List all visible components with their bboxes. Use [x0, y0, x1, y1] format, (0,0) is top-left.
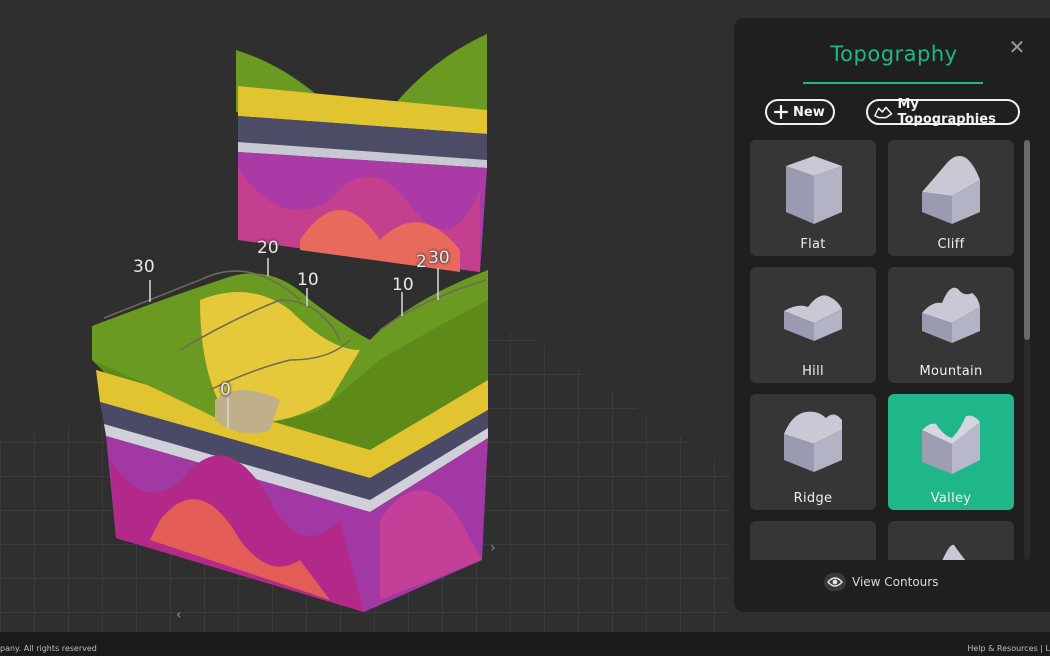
contour-label-30: 30: [133, 257, 155, 277]
card-label-cliff: Cliff: [937, 237, 965, 252]
card-label-flat: Flat: [800, 237, 826, 252]
contour-label-2: 2: [416, 252, 427, 272]
flat-terrain-icon: [786, 156, 842, 224]
chevron-right-icon[interactable]: ›: [490, 540, 496, 556]
topography-card-hill[interactable]: Hill: [750, 267, 876, 383]
cliff-terrain-icon: [922, 156, 980, 224]
plus-icon: [773, 104, 789, 120]
my-topographies-label: My Topographies: [897, 97, 996, 127]
help-resources-link[interactable]: Help & Resources | L: [967, 644, 1050, 653]
contour-label-10: 10: [297, 270, 319, 290]
view-contours-label: View Contours: [852, 575, 939, 589]
contour-label-30: 30: [428, 248, 450, 268]
footer: pany. All rights reserved Help & Resourc…: [0, 632, 1050, 656]
peak-terrain-icon: [942, 544, 966, 560]
topography-card-mountain[interactable]: Mountain: [888, 267, 1014, 383]
topography-panel: Topography ✕ New My Topographies Flat Cl…: [734, 18, 1050, 612]
terrain-outline-icon: [874, 106, 893, 119]
contour-label-0: 0: [220, 380, 231, 400]
ridge-terrain-icon: [784, 411, 842, 472]
my-topographies-button[interactable]: My Topographies: [866, 97, 1020, 127]
close-icon: ✕: [1008, 35, 1026, 59]
contour-label-20: 20: [257, 238, 279, 258]
terrain-scene: [0, 34, 730, 632]
panel-title: Topography: [830, 42, 958, 66]
floating-terrain-slab: [236, 34, 487, 272]
title-underline: [803, 82, 983, 84]
chevron-left-icon[interactable]: ‹: [176, 607, 182, 623]
hill-terrain-icon: [784, 295, 842, 341]
card-label-ridge: Ridge: [793, 491, 833, 506]
eye-icon: [824, 573, 846, 591]
topography-grid: Flat Cliff Hill Mountain Ridge Valley: [750, 140, 1018, 560]
new-topography-button[interactable]: New: [765, 99, 835, 125]
scrollbar-thumb[interactable]: [1024, 140, 1030, 340]
copyright-text: pany. All rights reserved: [0, 644, 97, 653]
close-button[interactable]: ✕: [1006, 36, 1028, 58]
topography-card-partial-left[interactable]: [750, 521, 876, 560]
valley-terrain-icon: [922, 415, 980, 474]
card-label-hill: Hill: [802, 364, 824, 379]
topography-card-partial-right[interactable]: [888, 521, 1014, 560]
new-button-label: New: [793, 104, 825, 120]
card-label-valley: Valley: [930, 491, 972, 506]
topography-card-valley[interactable]: Valley: [888, 394, 1014, 510]
topography-card-ridge[interactable]: Ridge: [750, 394, 876, 510]
view-contours-button[interactable]: View Contours: [824, 571, 938, 593]
topography-card-flat[interactable]: Flat: [750, 140, 876, 256]
card-label-mountain: Mountain: [919, 364, 983, 379]
contour-label-10: 10: [392, 275, 414, 295]
mountain-terrain-icon: [922, 287, 980, 343]
topography-card-cliff[interactable]: Cliff: [888, 140, 1014, 256]
